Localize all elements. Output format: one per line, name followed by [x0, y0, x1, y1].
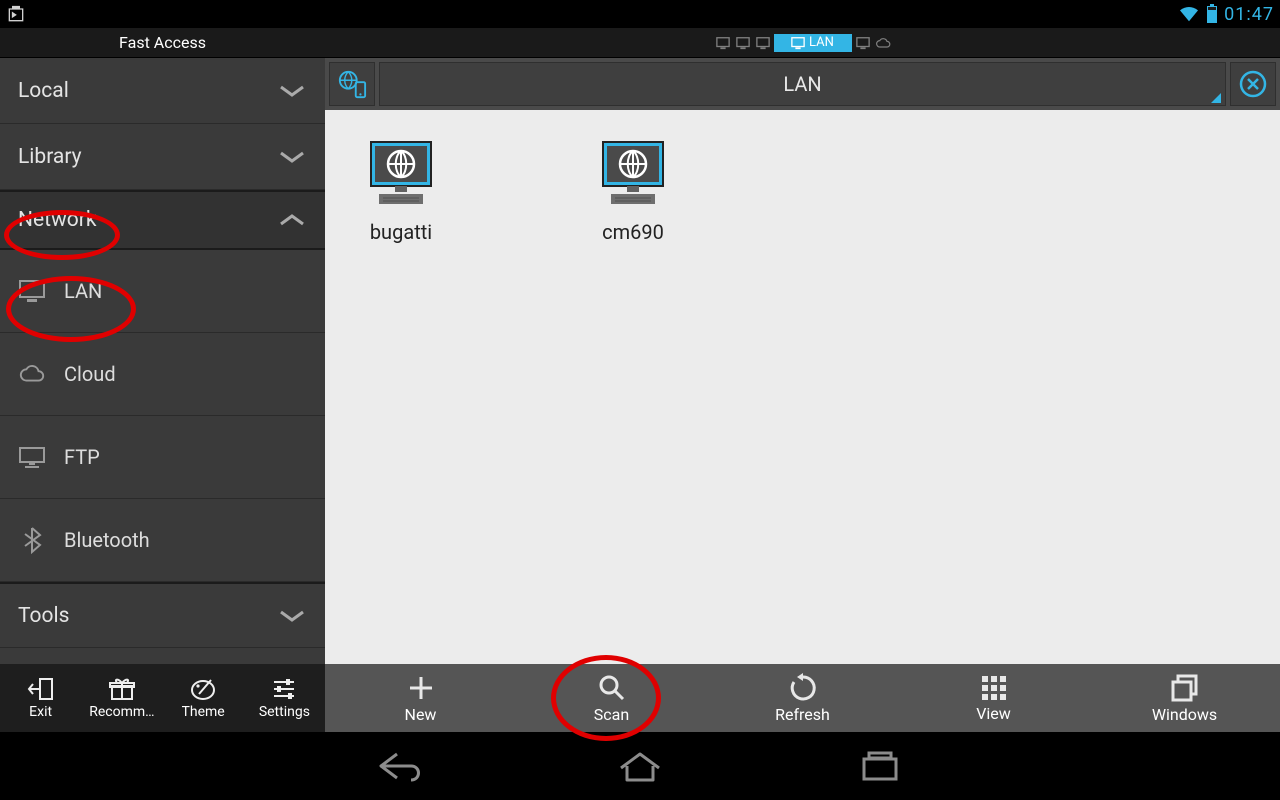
host-label: bugatti [370, 220, 432, 244]
plus-icon [406, 673, 436, 703]
wifi-icon [1178, 5, 1200, 23]
path-title-label: LAN [783, 72, 821, 96]
sidebar: Local Library Network LAN Cloud [0, 58, 325, 732]
windows-icon [1170, 673, 1200, 703]
windows-label: Windows [1152, 705, 1217, 724]
sidebar-item-library[interactable]: Library [0, 124, 325, 190]
cloud-icon [18, 363, 46, 385]
exit-button[interactable]: Exit [0, 664, 81, 732]
close-button[interactable] [1230, 62, 1276, 106]
gift-icon [108, 676, 136, 702]
content-toolbar: New Scan Refresh View Windows [325, 664, 1280, 732]
search-icon [597, 673, 627, 703]
nav-back-button[interactable] [370, 748, 430, 784]
sidebar-sub-ftp[interactable]: FTP [0, 416, 325, 499]
window-tab-cloud[interactable] [874, 34, 892, 52]
theme-label: Theme [182, 704, 225, 720]
recommend-button[interactable]: Recomm… [81, 664, 162, 732]
view-button[interactable]: View [898, 664, 1089, 732]
nav-recent-button[interactable] [850, 748, 910, 784]
grid-icon [980, 674, 1008, 702]
window-tab-lan-label: LAN [809, 35, 834, 50]
chevron-down-icon [279, 84, 305, 98]
close-icon [1238, 69, 1268, 99]
sidebar-sub-cloud[interactable]: Cloud [0, 333, 325, 416]
host-item-cm690[interactable]: cm690 [597, 138, 669, 244]
fast-access-title: Fast Access [0, 33, 325, 52]
view-label: View [976, 704, 1011, 723]
play-store-icon [6, 4, 26, 24]
sidebar-item-tools[interactable]: Tools [0, 582, 325, 648]
new-label: New [405, 705, 437, 724]
path-bar: LAN [325, 58, 1280, 110]
sidebar-item-network-label: Network [18, 208, 97, 232]
exit-icon [27, 676, 55, 702]
sidebar-item-tools-label: Tools [18, 604, 69, 628]
home-icon [617, 750, 663, 782]
settings-button[interactable]: Settings [244, 664, 325, 732]
windows-button[interactable]: Windows [1089, 664, 1280, 732]
sliders-icon [270, 676, 298, 702]
host-item-bugatti[interactable]: bugatti [365, 138, 437, 244]
sidebar-sub-lan[interactable]: LAN [0, 250, 325, 333]
lan-icon [18, 279, 46, 303]
chevron-down-icon [279, 609, 305, 623]
theme-button[interactable]: Theme [163, 664, 244, 732]
bluetooth-icon [18, 526, 46, 554]
window-tabs: LAN [325, 34, 1280, 52]
new-button[interactable]: New [325, 664, 516, 732]
scan-button[interactable]: Scan [516, 664, 707, 732]
chevron-up-icon [279, 213, 305, 227]
sidebar-item-local[interactable]: Local [0, 58, 325, 124]
app-header: Fast Access LAN [0, 28, 1280, 58]
nav-home-button[interactable] [610, 748, 670, 784]
settings-label: Settings [259, 704, 310, 720]
host-grid: bugatti [325, 110, 1280, 664]
path-title[interactable]: LAN [379, 62, 1226, 106]
sidebar-sub-bluetooth-label: Bluetooth [64, 528, 150, 552]
refresh-icon [788, 673, 818, 703]
sidebar-sub-lan-label: LAN [64, 279, 102, 303]
host-label: cm690 [602, 220, 664, 244]
window-tab-1[interactable] [714, 34, 732, 52]
chevron-down-icon [279, 150, 305, 164]
sidebar-item-library-label: Library [18, 145, 82, 169]
window-tab-5[interactable] [854, 34, 872, 52]
window-tab-3[interactable] [754, 34, 772, 52]
sidebar-toolbar: Exit Recomm… Theme Settings [0, 664, 325, 732]
computer-icon [365, 138, 437, 210]
android-nav-bar [0, 732, 1280, 800]
sidebar-item-network[interactable]: Network [0, 190, 325, 250]
computer-icon [597, 138, 669, 210]
sidebar-item-local-label: Local [18, 79, 69, 103]
android-status-bar: 01:47 [0, 0, 1280, 28]
sidebar-sub-ftp-label: FTP [64, 445, 100, 469]
sidebar-sub-cloud-label: Cloud [64, 362, 116, 386]
content-area: LAN [325, 58, 1280, 732]
battery-icon [1206, 4, 1218, 24]
sidebar-sub-bluetooth[interactable]: Bluetooth [0, 499, 325, 582]
dropdown-indicator-icon [1211, 93, 1221, 103]
back-icon [377, 750, 423, 782]
refresh-label: Refresh [775, 705, 830, 724]
refresh-button[interactable]: Refresh [707, 664, 898, 732]
recommend-label: Recomm… [89, 704, 154, 720]
palette-icon [189, 676, 217, 702]
window-tab-2[interactable] [734, 34, 752, 52]
globe-device-icon [337, 69, 367, 99]
exit-label: Exit [29, 704, 52, 720]
recent-apps-icon [860, 750, 900, 782]
scan-label: Scan [594, 705, 629, 724]
device-globe-button[interactable] [329, 62, 375, 106]
status-time: 01:47 [1224, 4, 1274, 25]
window-tab-lan-active[interactable]: LAN [774, 34, 852, 52]
ftp-icon [18, 445, 46, 469]
